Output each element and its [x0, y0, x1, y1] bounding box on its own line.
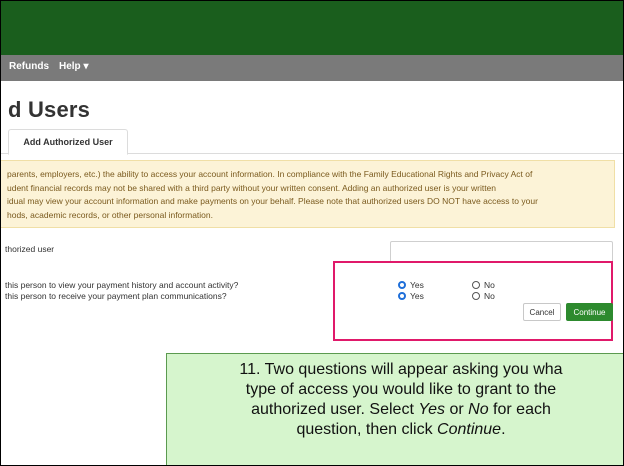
radio-unselected-icon	[472, 292, 480, 300]
radio-unselected-icon	[472, 281, 480, 289]
callout-text: .	[501, 421, 506, 438]
callout-no: No	[468, 401, 489, 418]
q1-yes-radio[interactable]: Yes	[398, 280, 424, 290]
yes-label: Yes	[410, 280, 424, 290]
callout-yes: Yes	[418, 401, 446, 418]
q1-no-radio[interactable]: No	[472, 280, 495, 290]
q2-yes-radio[interactable]: Yes	[398, 291, 424, 301]
yes-label: Yes	[410, 291, 424, 301]
radio-selected-icon	[398, 281, 406, 289]
notice-line: hods, academic records, or other persona…	[7, 209, 213, 220]
callout-text: authorized user. Select	[251, 401, 419, 418]
callout-text: or	[445, 401, 469, 418]
question-view-history-label: this person to view your payment history…	[5, 280, 239, 290]
callout-line-3: authorized user. Select Yes or No for ea…	[167, 400, 623, 420]
notice-line: idual may view your account information …	[7, 196, 538, 206]
callout-text: for each	[488, 401, 551, 418]
no-label: No	[484, 291, 495, 301]
callout-continue: Continue	[437, 421, 502, 438]
highlight-box	[333, 261, 613, 341]
authorized-user-email-field[interactable]	[390, 241, 613, 263]
authorized-user-email-label: thorized user	[5, 244, 55, 254]
page-title: d Users	[8, 97, 91, 122]
callout-text: question, then click	[296, 421, 438, 438]
no-label: No	[484, 280, 495, 290]
callout-line-2: type of access you would like to grant t…	[245, 381, 557, 398]
notice-line: udent financial records may not be share…	[7, 182, 497, 193]
nav-bar: Refunds Help ▾	[1, 55, 623, 81]
callout-line-1: 11. Two questions will appear asking you…	[239, 361, 563, 378]
cancel-button[interactable]: Cancel	[523, 303, 561, 321]
notice-line: parents, employers, etc.) the ability to…	[7, 169, 533, 179]
instruction-callout: 11. Two questions will appear asking you…	[166, 353, 623, 465]
ferpa-notice: parents, employers, etc.) the ability to…	[1, 160, 615, 228]
tab-add-authorized-user[interactable]: Add Authorized User	[8, 129, 128, 155]
q2-no-radio[interactable]: No	[472, 291, 495, 301]
app-window: Refunds Help ▾ d Users Add Authorized Us…	[0, 0, 624, 466]
nav-help-menu[interactable]: Help ▾	[59, 61, 88, 72]
radio-selected-icon	[398, 292, 406, 300]
top-header-bar	[1, 1, 623, 55]
nav-refunds[interactable]: Refunds	[9, 61, 49, 72]
continue-button[interactable]: Continue	[566, 303, 613, 321]
callout-line-4: question, then click Continue.	[167, 420, 623, 440]
question-plan-communications-label: this person to receive your payment plan…	[5, 291, 227, 301]
